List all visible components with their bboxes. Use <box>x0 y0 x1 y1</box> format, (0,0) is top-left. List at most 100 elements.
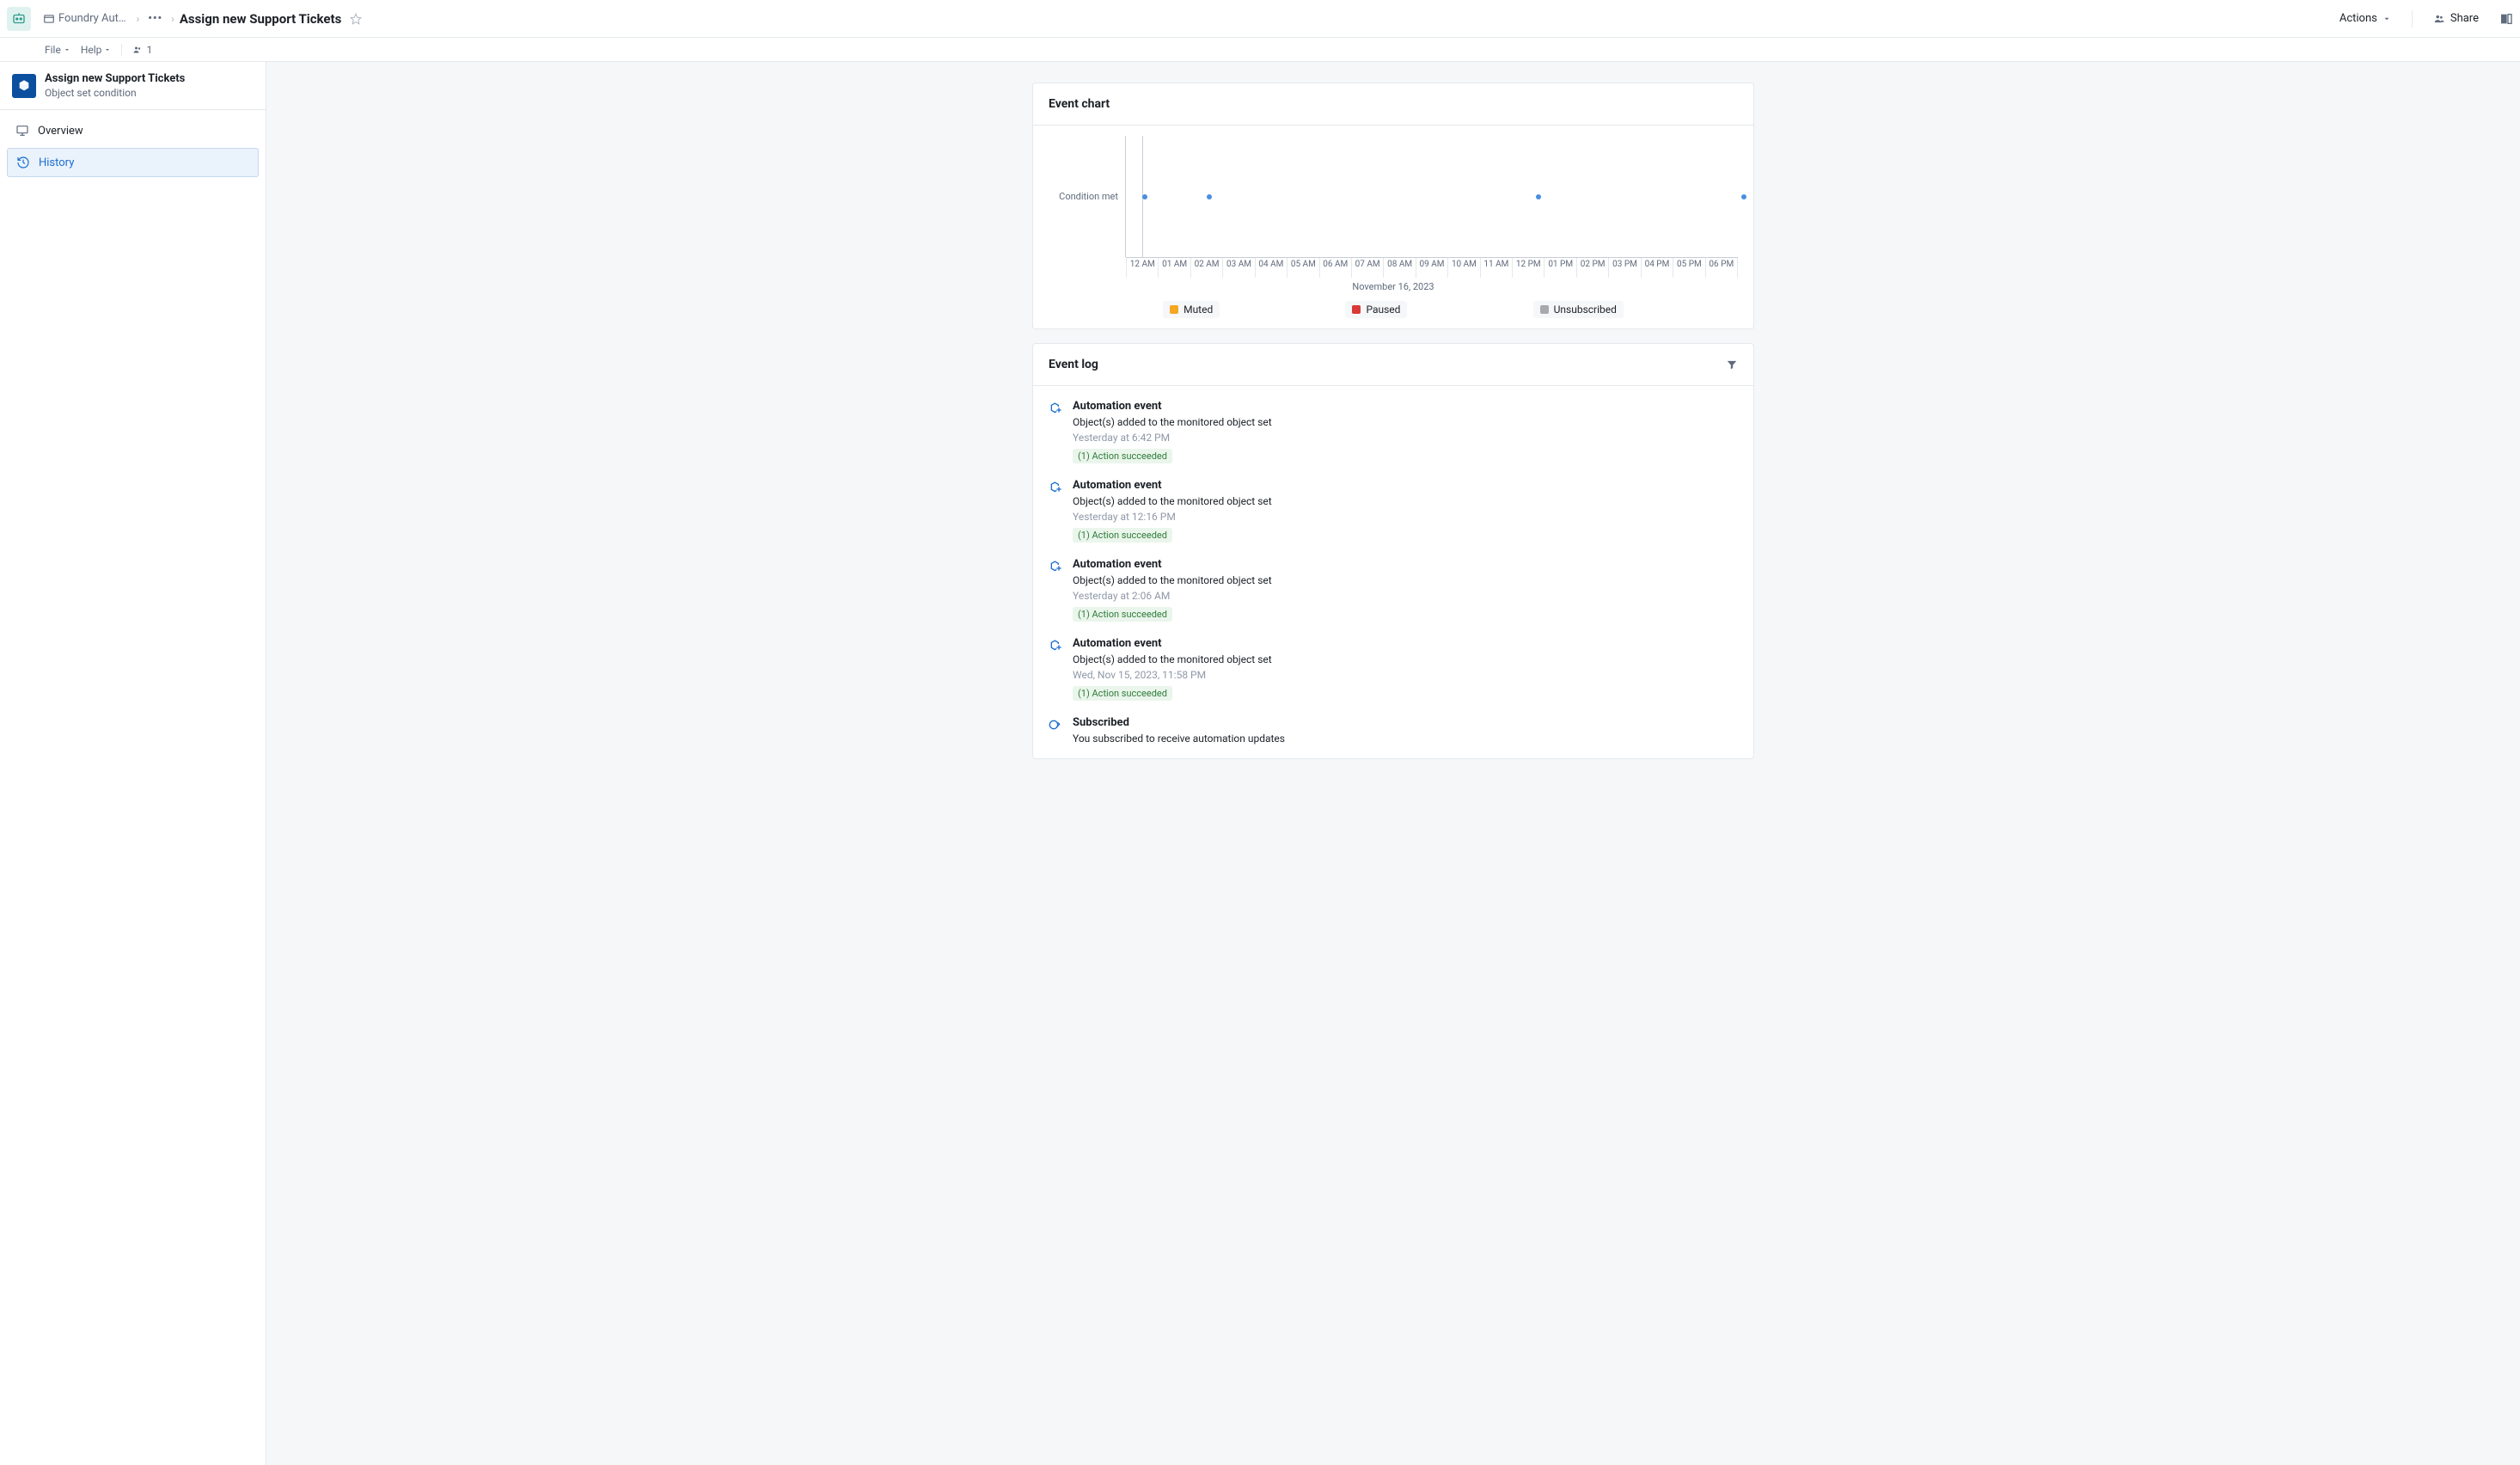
legend-swatch <box>1540 305 1549 314</box>
panel-toggle-icon[interactable] <box>2499 12 2513 26</box>
legend-swatch <box>1170 305 1178 314</box>
filter-icon[interactable] <box>1726 359 1738 371</box>
log-desc: Object(s) added to the monitored object … <box>1073 653 1272 665</box>
chart-x-tick: 04 PM <box>1642 258 1673 278</box>
chart-x-tick: 12 AM <box>1126 258 1159 278</box>
page-title: Assign new Support Tickets <box>180 11 342 27</box>
legend-unsubscribed[interactable]: Unsubscribed <box>1533 301 1624 318</box>
event-log-card: Event log Automation event Object(s) adde… <box>1032 343 1754 759</box>
chevron-right-icon: › <box>171 13 174 25</box>
cube-add-icon <box>1049 401 1062 415</box>
log-desc: Object(s) added to the monitored object … <box>1073 495 1272 507</box>
chart-x-axis: 12 AM01 AM02 AM03 AM04 AM05 AM06 AM07 AM… <box>1126 257 1738 278</box>
chart-x-tick: 11 AM <box>1481 258 1513 278</box>
chart-point[interactable] <box>1142 194 1147 199</box>
chart-legend: Muted Paused Unsubscribed <box>1049 301 1738 318</box>
sidebar-title: Assign new Support Tickets <box>45 72 185 85</box>
actions-dropdown[interactable]: Actions <box>2333 9 2398 28</box>
log-title: Automation event <box>1073 637 1272 650</box>
chart-date: November 16, 2023 <box>1049 281 1738 292</box>
breadcrumb: Foundry Aut… › ••• › Assign new Support … <box>38 9 362 28</box>
log-time: Yesterday at 12:16 PM <box>1073 511 1272 523</box>
breadcrumb-ellipsis[interactable]: ••• <box>144 12 166 25</box>
sidebar-item-label: History <box>39 156 74 169</box>
sidebar-item-overview[interactable]: Overview <box>7 117 259 144</box>
menu-help-label: Help <box>81 44 102 56</box>
sidebar-header: Assign new Support Tickets Object set co… <box>0 62 266 110</box>
cube-add-icon <box>1049 560 1062 573</box>
subscribe-icon <box>1049 718 1062 732</box>
caret-down-icon <box>2382 15 2391 23</box>
sidebar-subtitle: Object set condition <box>45 87 185 99</box>
legend-muted[interactable]: Muted <box>1163 301 1220 318</box>
caret-down-icon <box>64 46 70 53</box>
chart-x-tick: 10 AM <box>1448 258 1480 278</box>
user-count: 1 <box>146 44 152 56</box>
chart-title: Event chart <box>1049 97 1110 111</box>
chevron-right-icon: › <box>137 13 140 25</box>
sidebar: Assign new Support Tickets Object set co… <box>0 62 266 1465</box>
legend-label: Paused <box>1366 303 1400 316</box>
chart-x-tick: 09 AM <box>1416 258 1448 278</box>
legend-label: Muted <box>1184 303 1213 316</box>
chart-x-tick: 05 AM <box>1288 258 1319 278</box>
event-log-title: Event log <box>1049 358 1098 371</box>
chart-x-tick: 01 PM <box>1544 258 1576 278</box>
log-desc: Object(s) added to the monitored object … <box>1073 574 1272 586</box>
chart-point[interactable] <box>1741 194 1746 199</box>
log-desc: You subscribed to receive automation upd… <box>1073 732 1285 745</box>
log-item[interactable]: Automation eventObject(s) added to the m… <box>1049 400 1738 463</box>
log-badge: (1) Action succeeded <box>1073 607 1172 622</box>
log-badge: (1) Action succeeded <box>1073 449 1172 463</box>
active-users[interactable]: 1 <box>132 44 152 56</box>
chart-x-tick: 06 AM <box>1320 258 1352 278</box>
event-chart-card: Event chart Condition met 12 AM01 AM02 A… <box>1032 83 1754 329</box>
share-label: Share <box>2450 12 2479 25</box>
chart-x-tick: 08 AM <box>1384 258 1416 278</box>
log-title: Automation event <box>1073 479 1272 492</box>
caret-down-icon <box>104 46 111 53</box>
log-item[interactable]: Automation event Object(s) added to the m… <box>1049 479 1738 542</box>
sidebar-item-label: Overview <box>38 125 83 138</box>
log-time: Wed, Nov 15, 2023, 11:58 PM <box>1073 669 1272 681</box>
breadcrumb-project[interactable]: Foundry Aut… <box>38 9 132 28</box>
sidebar-item-history[interactable]: History <box>7 148 259 177</box>
chart-x-tick: 03 PM <box>1609 258 1641 278</box>
legend-paused[interactable]: Paused <box>1345 301 1407 318</box>
log-badge: (1) Action succeeded <box>1073 528 1172 542</box>
menu-help[interactable]: Help <box>81 44 112 56</box>
menubar: File Help 1 <box>0 38 2520 62</box>
menu-file[interactable]: File <box>45 44 70 56</box>
log-item[interactable]: SubscribedYou subscribed to receive auto… <box>1049 716 1738 745</box>
history-icon <box>16 156 30 169</box>
share-button[interactable]: Share <box>2426 9 2486 28</box>
chart-x-tick: 06 PM <box>1706 258 1738 278</box>
log-item[interactable]: Automation eventObject(s) added to the m… <box>1049 558 1738 622</box>
log-time: Yesterday at 6:42 PM <box>1073 432 1272 444</box>
chart-x-tick: 03 AM <box>1223 258 1255 278</box>
log-badge: (1) Action succeeded <box>1073 686 1172 701</box>
divider <box>121 44 122 56</box>
window-icon <box>43 13 55 25</box>
chart-x-tick: 04 AM <box>1256 258 1288 278</box>
automation-icon <box>12 74 36 98</box>
chart-plot-area[interactable] <box>1126 136 1738 257</box>
chart-x-tick: 05 PM <box>1673 258 1705 278</box>
menu-file-label: File <box>45 44 61 56</box>
divider <box>2412 10 2413 28</box>
chart-x-tick: 02 AM <box>1191 258 1223 278</box>
cube-add-icon <box>1049 639 1062 653</box>
legend-label: Unsubscribed <box>1554 303 1617 316</box>
log-item[interactable]: Automation event Object(s) added to the m… <box>1049 637 1738 701</box>
chart-x-tick: 01 AM <box>1159 258 1190 278</box>
chart-x-tick: 07 AM <box>1352 258 1384 278</box>
users-icon <box>132 45 143 55</box>
app-logo-icon[interactable] <box>7 7 31 31</box>
log-time: Yesterday at 2:06 AM <box>1073 590 1272 602</box>
chart-point[interactable] <box>1207 194 1212 199</box>
chart-point[interactable] <box>1536 194 1541 199</box>
actions-label: Actions <box>2340 12 2377 25</box>
chart-x-tick: 12 PM <box>1513 258 1544 278</box>
star-icon[interactable] <box>350 13 362 25</box>
monitor-icon <box>15 124 29 138</box>
